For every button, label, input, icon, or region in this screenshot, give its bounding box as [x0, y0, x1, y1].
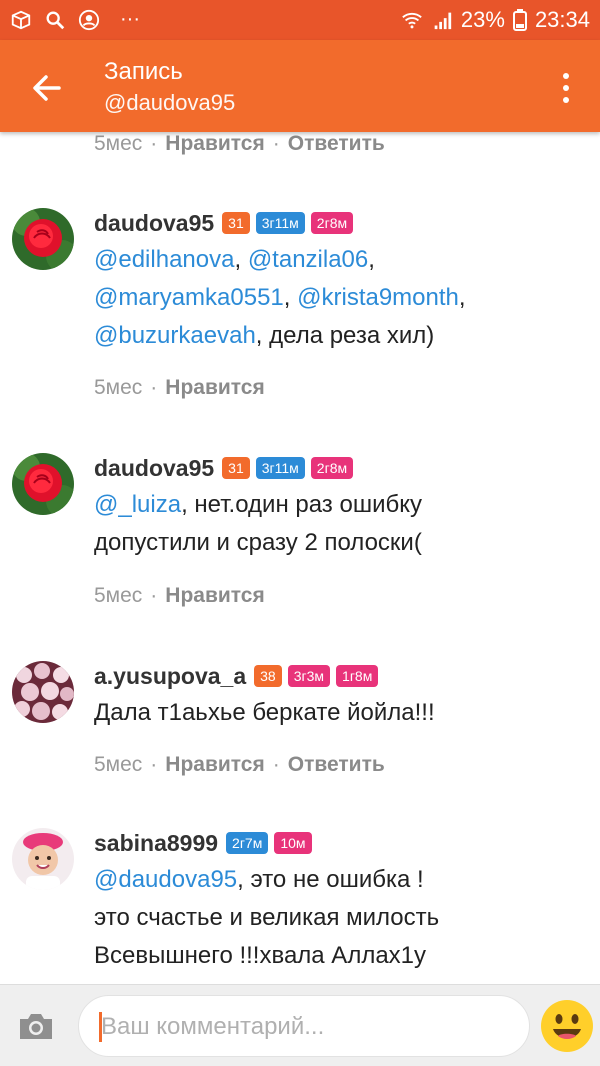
comment-meta: 5мес · Нравится · Ответить	[94, 753, 385, 777]
comment-composer: Ваш комментарий...	[0, 984, 600, 1066]
stat-badge: 3г3м	[287, 665, 331, 687]
like-button[interactable]: Нравится	[165, 376, 264, 400]
package-icon	[11, 10, 31, 29]
page-title: Запись	[104, 58, 183, 85]
text-fragment: , дела реза хил)	[255, 322, 435, 349]
more-notifications-indicator: ···	[120, 8, 140, 30]
stat-badge: 1г8м	[336, 665, 379, 687]
stat-badge: 31	[222, 457, 250, 479]
comment-meta: 5мес · Нравится	[94, 376, 265, 400]
text-fragment: ,	[368, 246, 375, 273]
comment-username[interactable]: a.yusupova_a	[94, 663, 246, 690]
battery-percent: 23%	[460, 7, 505, 32]
wifi-icon	[402, 12, 422, 29]
rose-avatar-image	[12, 453, 74, 515]
dot-icon	[563, 85, 569, 91]
mention-link[interactable]: @_luiza	[94, 491, 181, 518]
mention-link[interactable]: @maryamka0551	[94, 284, 284, 311]
avatar[interactable]	[12, 661, 74, 723]
separator-dot: ·	[150, 753, 158, 776]
separator-dot: ·	[272, 132, 280, 155]
separator-dot: ·	[150, 584, 158, 607]
stat-badge: 38	[254, 665, 282, 687]
comment-username[interactable]: sabina8999	[94, 830, 218, 857]
comment-text: @daudova95, это не ошибка ! это счастье …	[94, 861, 590, 975]
text-fragment: ,	[234, 246, 248, 273]
comment-time: 5мес	[94, 753, 143, 776]
separator-dot: ·	[150, 132, 158, 155]
stat-badge: 2г7м	[226, 832, 269, 854]
comment-input-placeholder: Ваш комментарий...	[101, 1013, 325, 1040]
text-fragment: допустили и сразу 2 полоски(	[94, 529, 422, 556]
separator-dot: ·	[150, 376, 158, 399]
stat-badge: 31	[222, 212, 250, 234]
like-button[interactable]: Нравится	[165, 132, 264, 156]
text-fragment: , нет.один раз ошибку	[181, 491, 422, 518]
mention-link[interactable]: @edilhanova	[94, 246, 234, 273]
avatar[interactable]	[12, 208, 74, 270]
stat-badge: 3г11м	[255, 457, 305, 479]
like-button[interactable]: Нравится	[165, 753, 264, 777]
avatar[interactable]	[12, 453, 74, 515]
app-bar: Запись @daudova95	[0, 40, 600, 132]
comment-meta: 5мес · Нравится	[94, 584, 265, 608]
overflow-menu-button[interactable]	[550, 66, 582, 110]
mention-link[interactable]: @krista9month	[297, 284, 459, 311]
comment-text: @edilhanova, @tanzila06, @maryamka0551 , …	[94, 241, 590, 355]
comment-text: @_luiza, нет.один раз ошибку допустили и…	[94, 486, 590, 562]
mention-link[interactable]: @tanzila06	[248, 246, 368, 273]
stat-badge: 2г8м	[310, 212, 354, 234]
text-fragment: Всевышнего !!!хвала Аллах1у	[94, 942, 427, 969]
dot-icon	[563, 97, 569, 103]
page-subtitle: @daudova95	[104, 90, 236, 115]
camera-icon[interactable]	[18, 1011, 54, 1041]
dot-icon	[563, 73, 569, 79]
comment-time: 5мес	[94, 584, 143, 607]
search-icon	[46, 11, 65, 29]
comment-input[interactable]: Ваш комментарий...	[78, 995, 530, 1057]
avatar[interactable]	[12, 828, 74, 890]
baby-avatar-image	[12, 828, 74, 890]
status-bar: ··· 23% 23:34	[0, 0, 600, 40]
account-icon	[78, 9, 100, 30]
back-button[interactable]	[22, 64, 70, 112]
text-fragment: , это не ошибка !	[237, 866, 424, 893]
stat-badge: 2г8м	[310, 457, 354, 479]
flowers-avatar-image	[12, 661, 74, 723]
signal-icon	[434, 12, 452, 30]
arrow-left-icon	[33, 75, 61, 101]
separator-dot: ·	[272, 753, 280, 776]
mention-link[interactable]: @daudova95	[94, 866, 237, 893]
comment-time: 5мес	[94, 132, 143, 155]
battery-icon	[512, 9, 527, 31]
smiley-icon[interactable]	[540, 999, 594, 1053]
comment-text: Дала т1аьхье беркате йойла!!!	[94, 694, 590, 732]
comment-meta: 5мес · Нравится · Ответить	[94, 132, 385, 156]
like-button[interactable]: Нравится	[165, 584, 264, 608]
rose-avatar-image	[12, 208, 74, 270]
reply-button[interactable]: Ответить	[288, 753, 385, 777]
reply-button[interactable]: Ответить	[288, 132, 385, 156]
text-fragment: ,	[283, 284, 298, 311]
clock: 23:34	[534, 7, 590, 32]
comment-username[interactable]: daudova95	[94, 210, 214, 237]
stat-badge: 3г11м	[255, 212, 305, 234]
comment-username[interactable]: daudova95	[94, 455, 214, 482]
stat-badge: 10м	[274, 832, 312, 854]
comment-time: 5мес	[94, 376, 143, 399]
mention-link[interactable]: @buzurkaevah	[94, 322, 256, 349]
comment-feed[interactable]: 5мес · Нравится · Ответить daudova95 31 …	[0, 132, 600, 984]
text-fragment: это счастье и великая милость	[94, 904, 440, 931]
text-fragment: Дала т1аьхье беркате йойла!!!	[94, 699, 435, 726]
text-fragment: ,	[458, 284, 466, 311]
